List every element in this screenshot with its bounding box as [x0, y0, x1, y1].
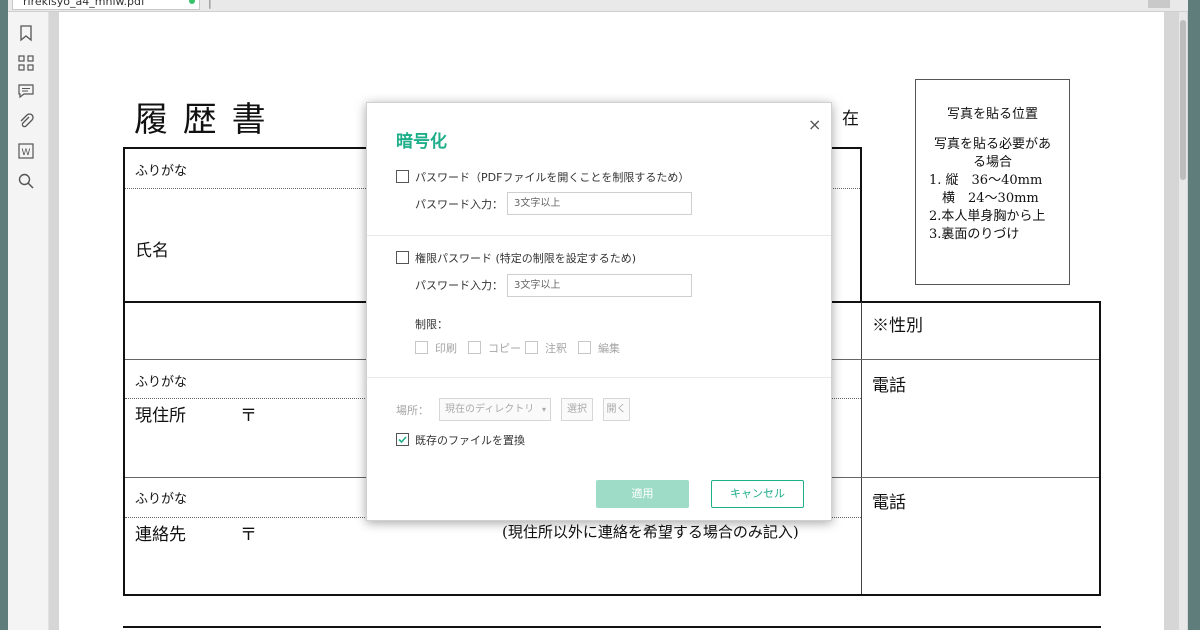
furigana-label: ふりがな	[135, 492, 188, 507]
phone-label: 電話	[872, 376, 906, 396]
comment-icon[interactable]	[17, 82, 35, 100]
permission-password-input[interactable]: 3文字以上	[507, 274, 692, 297]
photo-box-text: 横 24〜30mm	[929, 191, 1039, 206]
overwrite-label: 既存のファイルを置換	[415, 434, 525, 447]
open-password-label: パスワード（PDFファイルを開くことを制限するため）	[415, 171, 690, 184]
password-input-label: パスワード入力：	[415, 279, 503, 292]
chevron-down-icon: ▾	[541, 405, 546, 414]
form-line	[123, 594, 1101, 596]
photo-box-text: 写真を貼る必要があ	[933, 137, 1051, 152]
password-input-label: パスワード入力：	[415, 198, 503, 211]
divider	[367, 377, 831, 378]
word-icon[interactable]: W	[17, 142, 35, 160]
photo-box-text: 1. 縦 36〜40mm	[929, 173, 1043, 188]
permission-password-checkbox[interactable]	[396, 251, 409, 264]
annotate-checkbox[interactable]	[525, 341, 538, 354]
furigana-label: ふりがな	[135, 375, 188, 390]
address-label: 現住所	[135, 406, 186, 426]
apply-button[interactable]: 適用	[596, 480, 689, 508]
location-select[interactable]: 現在のディレクトリ ▾	[439, 398, 551, 421]
postal-mark: 〒	[240, 406, 257, 426]
photo-box-text: 2.本人単身胸から上	[929, 209, 1046, 224]
contact-note: (現住所以外に連絡を希望する場合のみ記入)	[502, 523, 799, 541]
tab-bar: rirekisyo_a4_mhlw.pdf |	[8, 0, 1188, 12]
document-tab-title: rirekisyo_a4_mhlw.pdf	[23, 0, 145, 8]
location-label: 場所：	[396, 404, 429, 417]
close-icon[interactable]: ×	[808, 115, 821, 134]
divider	[367, 235, 831, 236]
form-line	[860, 147, 862, 302]
restrictions-label: 制限：	[415, 318, 448, 331]
postal-mark: 〒	[240, 525, 257, 545]
photo-box-text: 3.裏面のりづけ	[929, 227, 1020, 242]
attachment-icon[interactable]	[17, 112, 35, 130]
permission-password-label: 権限パスワード (特定の制限を設定するため)	[415, 252, 637, 265]
search-icon[interactable]	[17, 172, 35, 190]
name-label: 氏名	[135, 241, 169, 261]
bookmark-icon[interactable]	[17, 24, 35, 42]
form-line	[123, 147, 125, 596]
checkmark-icon	[398, 436, 407, 444]
open-password-checkbox[interactable]	[396, 170, 409, 183]
gender-label: ※性別	[872, 316, 923, 336]
select-location-button[interactable]: 選択	[561, 398, 593, 421]
furigana-label: ふりがな	[135, 164, 188, 179]
form-line	[1099, 301, 1101, 596]
cancel-button[interactable]: キャンセル	[711, 480, 804, 508]
tab-close-icon[interactable]: |	[208, 0, 212, 9]
open-location-button[interactable]: 開く	[603, 398, 630, 421]
contact-label: 連絡先	[135, 525, 186, 545]
edit-label: 編集	[598, 342, 620, 355]
encryption-dialog: 暗号化 × パスワード（PDFファイルを開くことを制限するため） パスワード入力…	[366, 102, 832, 521]
dialog-title: 暗号化	[396, 132, 447, 152]
left-toolbar: W	[8, 12, 49, 630]
form-line	[861, 302, 862, 596]
window-control-button[interactable]	[1148, 0, 1170, 8]
photo-box-title: 写真を貼る位置	[946, 107, 1038, 122]
phone-label: 電話	[872, 493, 906, 513]
edit-checkbox[interactable]	[578, 341, 591, 354]
scrollbar-thumb[interactable]	[1180, 20, 1186, 180]
copy-label: コピー	[488, 342, 521, 355]
photo-box-text: る場合	[972, 155, 1012, 170]
location-select-value: 現在のディレクトリ	[445, 404, 535, 415]
vertical-scrollbar[interactable]	[1179, 12, 1187, 630]
photo-box: 写真を貼る位置 写真を貼る必要があ る場合 1. 縦 36〜40mm 横 24〜…	[915, 79, 1070, 285]
copy-checkbox[interactable]	[468, 341, 481, 354]
thumbnails-icon[interactable]	[17, 54, 35, 72]
print-checkbox[interactable]	[415, 341, 428, 354]
saved-status-icon	[189, 0, 195, 4]
date-suffix: 在	[842, 109, 859, 129]
form-line	[123, 626, 1101, 628]
svg-text:W: W	[22, 148, 31, 158]
open-password-input[interactable]: 3文字以上	[507, 192, 692, 215]
document-tab[interactable]: rirekisyo_a4_mhlw.pdf	[12, 0, 200, 10]
annotate-label: 注釈	[545, 342, 567, 355]
overwrite-checkbox[interactable]	[396, 433, 409, 446]
print-label: 印刷	[435, 342, 457, 355]
document-title: 履 歴 書	[134, 100, 268, 140]
